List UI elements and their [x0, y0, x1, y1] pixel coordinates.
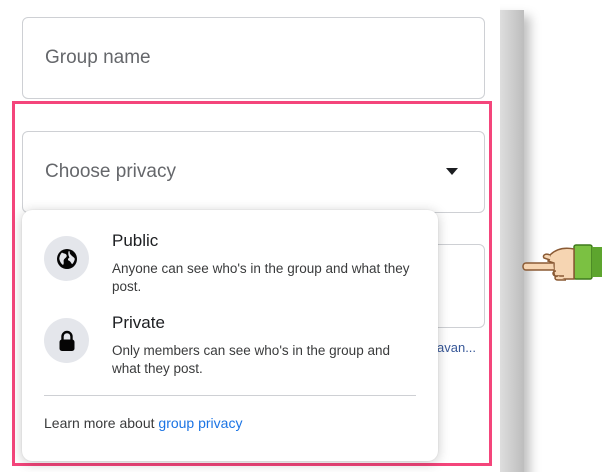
- pointing-hand-icon: [520, 243, 603, 308]
- privacy-option-public[interactable]: Public Anyone can see who's in the group…: [22, 226, 438, 306]
- background-link[interactable]: avan...: [437, 340, 476, 355]
- privacy-option-private[interactable]: Private Only members can see who's in th…: [22, 308, 438, 388]
- lock-icon: [44, 318, 89, 363]
- globe-icon: [44, 236, 89, 281]
- caret-down-icon: [446, 168, 458, 175]
- group-name-placeholder: Group name: [45, 47, 151, 68]
- privacy-option-description: Anyone can see who's in the group and wh…: [112, 261, 410, 294]
- group-privacy-link[interactable]: group privacy: [158, 415, 242, 431]
- privacy-select-placeholder: Choose privacy: [45, 161, 176, 182]
- create-group-form: Group name Choose privacy avan... Public…: [0, 0, 500, 472]
- learn-more-label: Learn more about: [44, 415, 159, 431]
- screenshot-stage: Group name Choose privacy avan... Public…: [0, 0, 603, 472]
- privacy-dropdown-menu: Public Anyone can see who's in the group…: [22, 210, 438, 461]
- privacy-option-title: Private: [112, 313, 165, 332]
- learn-more-text: Learn more about group privacy: [44, 415, 242, 431]
- group-name-input[interactable]: Group name: [22, 17, 485, 99]
- menu-divider: [44, 395, 416, 396]
- privacy-option-title: Public: [112, 231, 159, 250]
- privacy-select[interactable]: Choose privacy: [22, 131, 485, 213]
- privacy-option-description: Only members can see who's in the group …: [112, 343, 390, 376]
